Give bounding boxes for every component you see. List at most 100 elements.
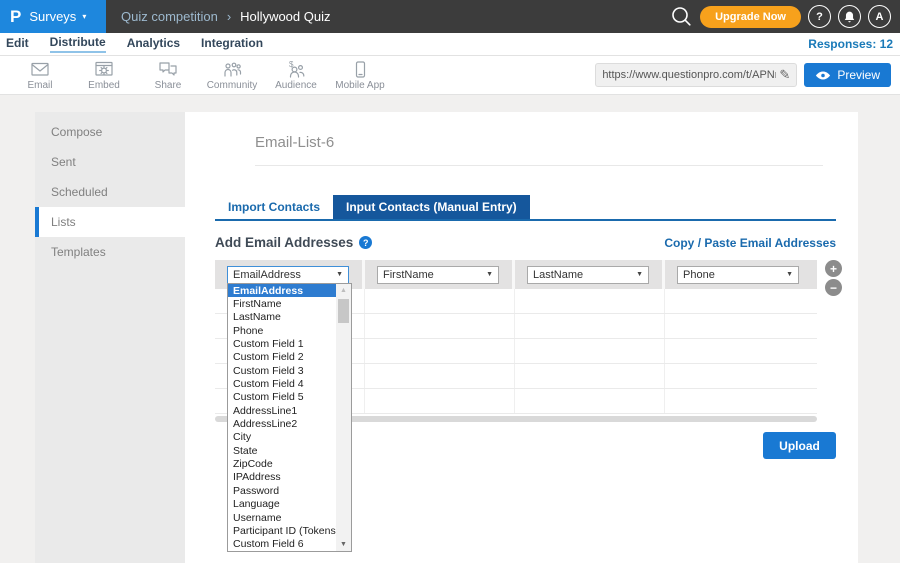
dropdown-option-firstname[interactable]: FirstName xyxy=(228,297,336,310)
table-cell-input[interactable] xyxy=(665,289,817,313)
table-cell-input[interactable] xyxy=(365,339,515,363)
column-header-4: Phone ▼ xyxy=(665,260,817,289)
help-tooltip-icon[interactable]: ? xyxy=(359,236,372,249)
dropdown-option-zipcode[interactable]: ZipCode xyxy=(228,457,336,470)
dropdown-option-emailaddress[interactable]: EmailAddress xyxy=(228,284,336,297)
table-cell-input[interactable] xyxy=(365,314,515,338)
copy-paste-email-addresses-link[interactable]: Copy / Paste Email Addresses xyxy=(664,236,836,250)
nav-item-distribute[interactable]: Distribute xyxy=(50,35,106,53)
questionpro-logo-icon: P xyxy=(10,7,21,27)
nav-item-edit[interactable]: Edit xyxy=(6,36,29,52)
breadcrumb-separator-icon: › xyxy=(227,9,231,24)
dropdown-option-lastname[interactable]: LastName xyxy=(228,311,336,324)
dropdown-option-custom-field-4[interactable]: Custom Field 4 xyxy=(228,377,336,390)
contacts-tabs: Import Contacts Input Contacts (Manual E… xyxy=(215,195,836,221)
account-avatar[interactable]: A xyxy=(868,5,891,28)
preview-button[interactable]: Preview xyxy=(804,63,891,87)
dropdown-option-username[interactable]: Username xyxy=(228,511,336,524)
search-icon xyxy=(670,5,693,28)
table-cell-input[interactable] xyxy=(515,364,665,388)
dropdown-option-participant-id-tokens[interactable]: Participant ID (Tokens) xyxy=(228,524,336,537)
table-cell-input[interactable] xyxy=(365,364,515,388)
dropdown-option-custom-field-2[interactable]: Custom Field 2 xyxy=(228,351,336,364)
dropdown-option-city[interactable]: City xyxy=(228,431,336,444)
scrollbar-thumb[interactable] xyxy=(338,299,349,323)
share-icon xyxy=(157,60,179,79)
scrollbar-down-arrow-icon[interactable]: ▼ xyxy=(336,538,351,551)
upgrade-now-button[interactable]: Upgrade Now xyxy=(700,6,801,28)
dropdown-option-custom-field-1[interactable]: Custom Field 1 xyxy=(228,337,336,350)
sidebar-item-scheduled[interactable]: Scheduled xyxy=(35,177,185,207)
select-caret-icon: ▼ xyxy=(636,271,643,278)
toolbar-item-share[interactable]: Share xyxy=(136,60,200,91)
nav-item-integration[interactable]: Integration xyxy=(201,36,263,52)
dropdown-options-list: EmailAddress FirstName LastName Phone Cu… xyxy=(228,284,336,551)
dropdown-option-phone[interactable]: Phone xyxy=(228,324,336,337)
table-cell-input[interactable] xyxy=(665,314,817,338)
column-select-phone[interactable]: Phone ▼ xyxy=(677,266,799,284)
toolbar-item-email[interactable]: Email xyxy=(8,60,72,91)
list-title-header: Email-List-6 xyxy=(255,134,823,166)
dropdown-option-custom-field-5[interactable]: Custom Field 5 xyxy=(228,391,336,404)
dropdown-scrollbar[interactable]: ▲ ▼ xyxy=(336,284,351,551)
dropdown-option-state[interactable]: State xyxy=(228,444,336,457)
mobile-app-icon xyxy=(349,60,371,79)
column-header-3: LastName ▼ xyxy=(515,260,665,289)
select-caret-icon: ▼ xyxy=(786,271,793,278)
dropdown-option-addressline1[interactable]: AddressLine1 xyxy=(228,404,336,417)
column-select-firstname[interactable]: FirstName ▼ xyxy=(377,266,499,284)
table-cell-input[interactable] xyxy=(515,289,665,313)
notifications-button[interactable] xyxy=(838,5,861,28)
toolbar-item-embed[interactable]: Embed xyxy=(72,60,136,91)
main-content: Email-List-6 Import Contacts Input Conta… xyxy=(185,112,858,563)
bell-icon xyxy=(843,10,856,24)
table-cell-input[interactable] xyxy=(515,314,665,338)
add-row-button[interactable]: + xyxy=(825,260,842,277)
sidebar-item-templates[interactable]: Templates xyxy=(35,237,185,267)
column-select-lastname[interactable]: LastName ▼ xyxy=(527,266,649,284)
search-button[interactable] xyxy=(669,5,693,29)
breadcrumb-current: Hollywood Quiz xyxy=(240,9,330,24)
nav-item-analytics[interactable]: Analytics xyxy=(127,36,180,52)
section-heading: Add Email Addresses xyxy=(215,235,353,250)
app-window: P Surveys ▾ Quiz competition › Hollywood… xyxy=(0,0,900,563)
remove-row-button[interactable]: − xyxy=(825,279,842,296)
table-cell-input[interactable] xyxy=(365,289,515,313)
survey-url-input[interactable]: https://www.questionpro.com/t/APNrFZ ✎ xyxy=(595,63,797,87)
dropdown-option-custom-field-3[interactable]: Custom Field 3 xyxy=(228,364,336,377)
edit-url-icon[interactable]: ✎ xyxy=(779,67,790,83)
tab-import-contacts[interactable]: Import Contacts xyxy=(215,195,333,219)
sidebar-item-sent[interactable]: Sent xyxy=(35,147,185,177)
table-cell-input[interactable] xyxy=(665,389,817,413)
select-caret-icon: ▼ xyxy=(336,271,343,278)
responses-count[interactable]: Responses: 12 xyxy=(808,37,900,51)
surveys-product-menu[interactable]: P Surveys ▾ xyxy=(0,0,106,33)
table-cell-input[interactable] xyxy=(365,389,515,413)
lists-sidebar: Compose Sent Scheduled Lists Templates xyxy=(35,112,185,563)
dropdown-option-ipaddress[interactable]: IPAddress xyxy=(228,471,336,484)
table-cell-input[interactable] xyxy=(515,339,665,363)
svg-text:$: $ xyxy=(289,60,294,69)
help-button[interactable]: ? xyxy=(808,5,831,28)
toolbar-item-mobile-app[interactable]: Mobile App xyxy=(328,60,392,91)
dropdown-option-password[interactable]: Password xyxy=(228,484,336,497)
table-cell-input[interactable] xyxy=(665,339,817,363)
column-select-emailaddress[interactable]: EmailAddress ▼ xyxy=(227,266,349,284)
dropdown-option-addressline2[interactable]: AddressLine2 xyxy=(228,417,336,430)
tab-input-contacts-manual-entry[interactable]: Input Contacts (Manual Entry) xyxy=(333,195,530,219)
breadcrumb: Quiz competition › Hollywood Quiz xyxy=(121,9,331,24)
table-cell-input[interactable] xyxy=(665,364,817,388)
breadcrumb-parent[interactable]: Quiz competition xyxy=(121,9,218,24)
product-label: Surveys xyxy=(29,9,76,24)
embed-icon xyxy=(93,60,115,79)
dropdown-option-language[interactable]: Language xyxy=(228,498,336,511)
sidebar-item-compose[interactable]: Compose xyxy=(35,117,185,147)
upload-button[interactable]: Upload xyxy=(763,432,836,459)
scrollbar-up-arrow-icon[interactable]: ▲ xyxy=(336,284,351,297)
table-cell-input[interactable] xyxy=(515,389,665,413)
toolbar-item-audience[interactable]: $ Audience xyxy=(264,60,328,91)
toolbar-item-community[interactable]: Community xyxy=(200,60,264,91)
dropdown-option-custom-field-6[interactable]: Custom Field 6 xyxy=(228,538,336,551)
sidebar-item-lists[interactable]: Lists xyxy=(35,207,185,237)
contacts-table-zone: EmailAddress ▼ FirstName ▼ LastName xyxy=(215,260,836,422)
